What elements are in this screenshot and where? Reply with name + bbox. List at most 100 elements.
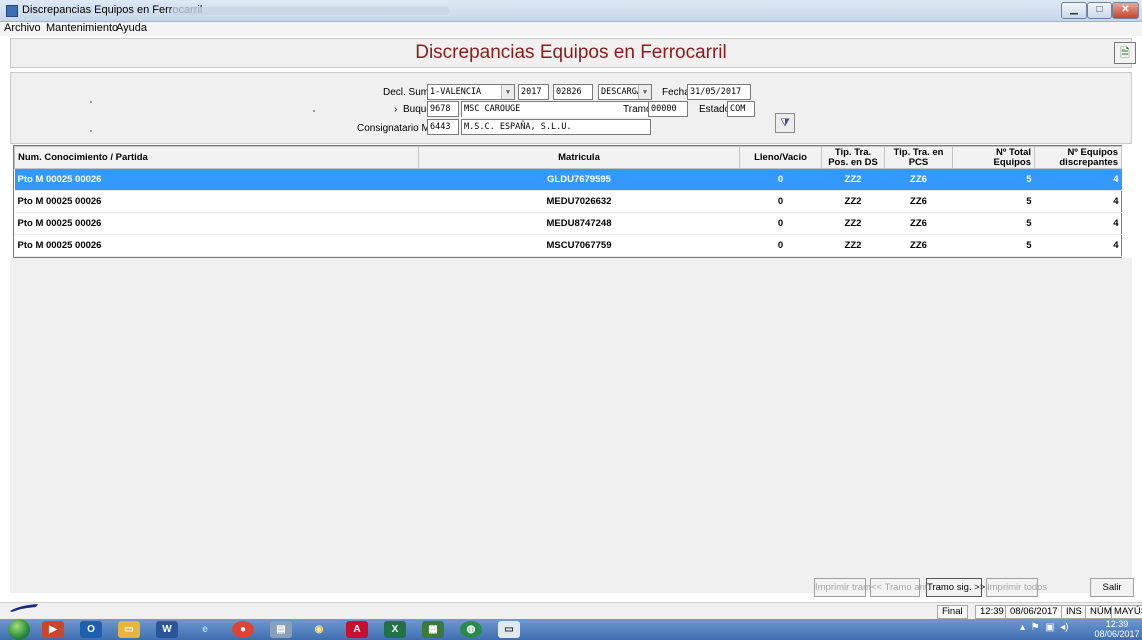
year-field[interactable]: 2017 bbox=[518, 84, 549, 100]
terminal-icon[interactable]: ▭ bbox=[498, 621, 520, 638]
consignatario-code-field[interactable]: 6443 bbox=[427, 119, 459, 135]
tray-up-arrow-icon[interactable]: ▴ bbox=[1020, 622, 1025, 633]
status-bar: Final 12:39 08/06/2017 INS NÚM MAYÚS bbox=[0, 602, 1142, 619]
acrobat-icon[interactable]: A bbox=[346, 621, 368, 638]
grid-header-row: Num. Conocimiento / Partida Matricula Ll… bbox=[14, 146, 1122, 169]
cell-equipos-discrepantes: 4 bbox=[1034, 234, 1122, 257]
imprimir-todos-button[interactable]: Imprimir todos bbox=[986, 578, 1047, 597]
decorative-dot bbox=[90, 130, 92, 132]
heading-banner: Discrepancias Equipos en Ferrocarril bbox=[10, 38, 1132, 68]
outlook-icon[interactable]: O bbox=[80, 621, 102, 638]
cell-conocimiento: Pto M 00025 00026 bbox=[14, 168, 419, 191]
decorative-dot bbox=[313, 110, 315, 112]
empty-content-area bbox=[10, 258, 1132, 593]
column-header-total-equipos[interactable]: Nº Total Equipos bbox=[952, 146, 1035, 169]
notepad-icon[interactable]: ▤ bbox=[270, 621, 292, 638]
menu-bar: Archivo Mantenimiento Ayuda bbox=[0, 22, 1142, 36]
table-row[interactable]: Pto M 00025 00026 MEDU8747248 0 ZZ2 ZZ6 … bbox=[14, 212, 1122, 235]
window-titlebar: Discrepancias Equipos en Ferrocarril ▁ □… bbox=[0, 0, 1142, 22]
menu-mantenimiento[interactable]: Mantenimiento bbox=[46, 22, 118, 34]
system-tray: ▴ ⚑ ▣ ◂) bbox=[1020, 622, 1069, 633]
word-icon[interactable]: W bbox=[156, 621, 178, 638]
network-icon[interactable]: ▣ bbox=[1045, 622, 1054, 633]
cell-matricula: MSCU7067759 bbox=[418, 234, 740, 257]
cell-lleno-vacio: 0 bbox=[739, 190, 822, 213]
cell-matricula: GLDU7679595 bbox=[418, 168, 740, 191]
buque-arrow-icon: › bbox=[394, 104, 398, 115]
document-icon: 🗎 bbox=[1120, 46, 1130, 60]
title-redacted-area bbox=[170, 7, 450, 15]
cell-lleno-vacio: 0 bbox=[739, 168, 822, 191]
status-time: 12:39 bbox=[975, 605, 1009, 619]
imprimir-tramo-button[interactable]: Imprimir tramo bbox=[814, 578, 876, 597]
estado-label: Estado bbox=[699, 104, 731, 115]
maximize-button[interactable]: □ bbox=[1087, 2, 1112, 19]
cell-tip-tra-ds: ZZ2 bbox=[821, 190, 885, 213]
cell-tip-tra-ds: ZZ2 bbox=[821, 212, 885, 235]
clock-date: 08/06/2017 bbox=[1094, 629, 1140, 639]
chevron-down-icon[interactable]: ▼ bbox=[501, 85, 514, 99]
volume-icon[interactable]: ◂) bbox=[1060, 622, 1068, 633]
fecha-field[interactable]: 31/05/2017 bbox=[687, 84, 751, 100]
file-explorer-icon[interactable]: ▭ bbox=[118, 621, 140, 638]
menu-ayuda[interactable]: Ayuda bbox=[116, 22, 147, 34]
table-row[interactable]: Pto M 00025 00026 MEDU7026632 0 ZZ2 ZZ6 … bbox=[14, 190, 1122, 213]
cell-lleno-vacio: 0 bbox=[739, 212, 822, 235]
chevron-down-icon[interactable]: ▼ bbox=[638, 85, 651, 99]
cell-tip-tra-ds: ZZ2 bbox=[821, 168, 885, 191]
column-header-tip-tra-ds[interactable]: Tip. Tra. Pos. en DS bbox=[821, 146, 885, 169]
cell-conocimiento: Pto M 00025 00026 bbox=[14, 190, 419, 213]
tramo-sig-button[interactable]: Tramo sig. >> bbox=[926, 578, 985, 597]
column-header-matricula[interactable]: Matricula bbox=[418, 146, 740, 169]
status-date: 08/06/2017 bbox=[1005, 605, 1063, 619]
operation-select[interactable]: DESCARGA ▼ bbox=[598, 84, 652, 100]
salir-button[interactable]: Salir bbox=[1090, 578, 1134, 597]
filter-button[interactable]: ⧩ bbox=[775, 113, 795, 133]
cell-tip-tra-pcs: ZZ6 bbox=[884, 212, 953, 235]
windows-taskbar: ▶ O ▭ W e ● ▤ ◉ A X ▦ ◍ ▭ ▴ ⚑ ▣ ◂) 12:39… bbox=[0, 619, 1142, 640]
decorative-dot bbox=[90, 101, 92, 103]
company-logo bbox=[10, 604, 38, 612]
tramo-field[interactable]: 00000 bbox=[648, 101, 688, 117]
status-ins: INS bbox=[1061, 605, 1087, 619]
buque-code-field[interactable]: 9678 bbox=[427, 101, 459, 117]
status-mayus: MAYÚS bbox=[1111, 605, 1142, 619]
chrome-icon[interactable]: ● bbox=[232, 621, 254, 638]
table-row[interactable]: Pto M 00025 00026 MSCU7067759 0 ZZ2 ZZ6 … bbox=[14, 234, 1122, 257]
operation-value: DESCARGA bbox=[601, 87, 642, 97]
table-row[interactable]: Pto M 00025 00026 GLDU7679595 0 ZZ2 ZZ6 … bbox=[14, 168, 1122, 191]
fecha-label: Fecha bbox=[662, 87, 690, 98]
page-title: Discrepancias Equipos en Ferrocarril bbox=[415, 42, 727, 63]
estado-field[interactable]: COM bbox=[727, 101, 755, 117]
cell-total-equipos: 5 bbox=[952, 168, 1035, 191]
globe-icon[interactable]: ◍ bbox=[460, 621, 482, 638]
decl-sumaria-select[interactable]: 1-VALENCIA ▼ bbox=[427, 84, 515, 100]
cell-tip-tra-pcs: ZZ6 bbox=[884, 190, 953, 213]
network-app-icon[interactable]: ▦ bbox=[422, 621, 444, 638]
discrepancies-grid: Num. Conocimiento / Partida Matricula Ll… bbox=[13, 145, 1122, 258]
cell-tip-tra-ds: ZZ2 bbox=[821, 234, 885, 257]
status-mode: Final bbox=[937, 605, 968, 619]
close-button[interactable]: ✕ bbox=[1112, 2, 1139, 19]
cell-total-equipos: 5 bbox=[952, 212, 1035, 235]
column-header-lleno-vacio[interactable]: Lleno/Vacio bbox=[739, 146, 822, 169]
taskbar-clock[interactable]: 12:39 08/06/2017 bbox=[1094, 619, 1140, 639]
minimize-button[interactable]: ▁ bbox=[1061, 2, 1087, 19]
export-icon-button[interactable]: 🗎 bbox=[1114, 42, 1136, 64]
excel-icon[interactable]: X bbox=[384, 621, 406, 638]
internet-explorer-icon[interactable]: e bbox=[194, 621, 216, 638]
start-button[interactable] bbox=[8, 619, 30, 640]
tramo-ant-button[interactable]: << Tramo ant bbox=[870, 578, 928, 597]
consignatario-name-field[interactable]: M.S.C. ESPAÑA, S.L.U. bbox=[461, 119, 651, 135]
column-header-tip-tra-pcs[interactable]: Tip. Tra. en PCS bbox=[884, 146, 953, 169]
column-header-equipos-discrepantes[interactable]: Nº Equipos discrepantes bbox=[1034, 146, 1122, 169]
cell-tip-tra-pcs: ZZ6 bbox=[884, 234, 953, 257]
media-player-icon[interactable]: ▶ bbox=[42, 621, 64, 638]
flag-icon[interactable]: ⚑ bbox=[1031, 622, 1040, 633]
number-field[interactable]: 02826 bbox=[553, 84, 593, 100]
menu-archivo[interactable]: Archivo bbox=[4, 22, 41, 34]
filter-icon: ⧩ bbox=[780, 117, 790, 129]
clock-time: 12:39 bbox=[1105, 619, 1129, 629]
app-eye-icon[interactable]: ◉ bbox=[308, 621, 330, 638]
column-header-conocimiento[interactable]: Num. Conocimiento / Partida bbox=[14, 146, 419, 169]
